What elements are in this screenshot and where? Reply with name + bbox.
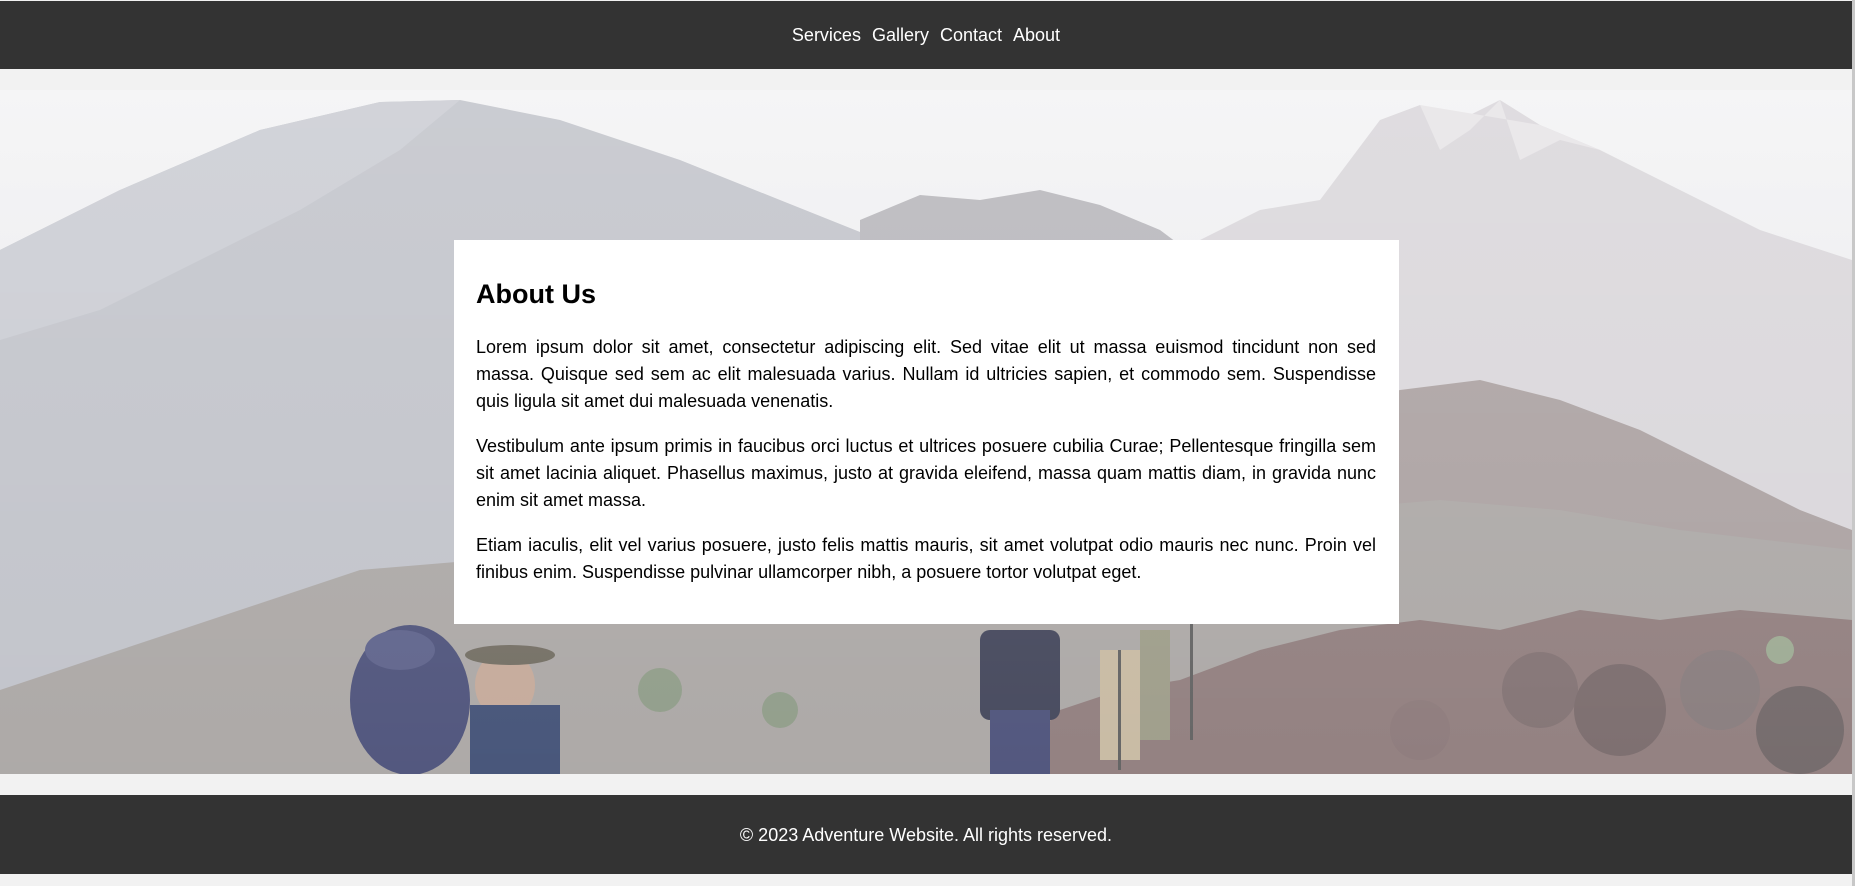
about-paragraph-2: Vestibulum ante ipsum primis in faucibus… [476,436,1376,510]
about-paragraph-3: Etiam iaculis, elit vel varius posuere, … [476,535,1376,582]
footer-bar: © 2023 Adventure Website. All rights res… [0,795,1852,874]
about-us-card: About Us Lorem ipsum dolor sit amet, con… [454,240,1399,624]
page: Services Gallery Contact About About Us … [0,0,1852,886]
hero-section: About Us Lorem ipsum dolor sit amet, con… [0,90,1852,774]
nav-link-contact[interactable]: Contact [940,24,1002,46]
top-navigation-bar: Services Gallery Contact About [0,1,1852,69]
about-us-heading: About Us [476,279,596,309]
nav-link-services[interactable]: Services [792,24,861,46]
nav-link-gallery[interactable]: Gallery [872,24,929,46]
nav-link-about[interactable]: About [1013,24,1060,46]
about-paragraph-1: Lorem ipsum dolor sit amet, consectetur … [476,337,1376,411]
main-menu: Services Gallery Contact About [0,1,1852,69]
copyright-text: © 2023 Adventure Website. All rights res… [739,824,1113,845]
